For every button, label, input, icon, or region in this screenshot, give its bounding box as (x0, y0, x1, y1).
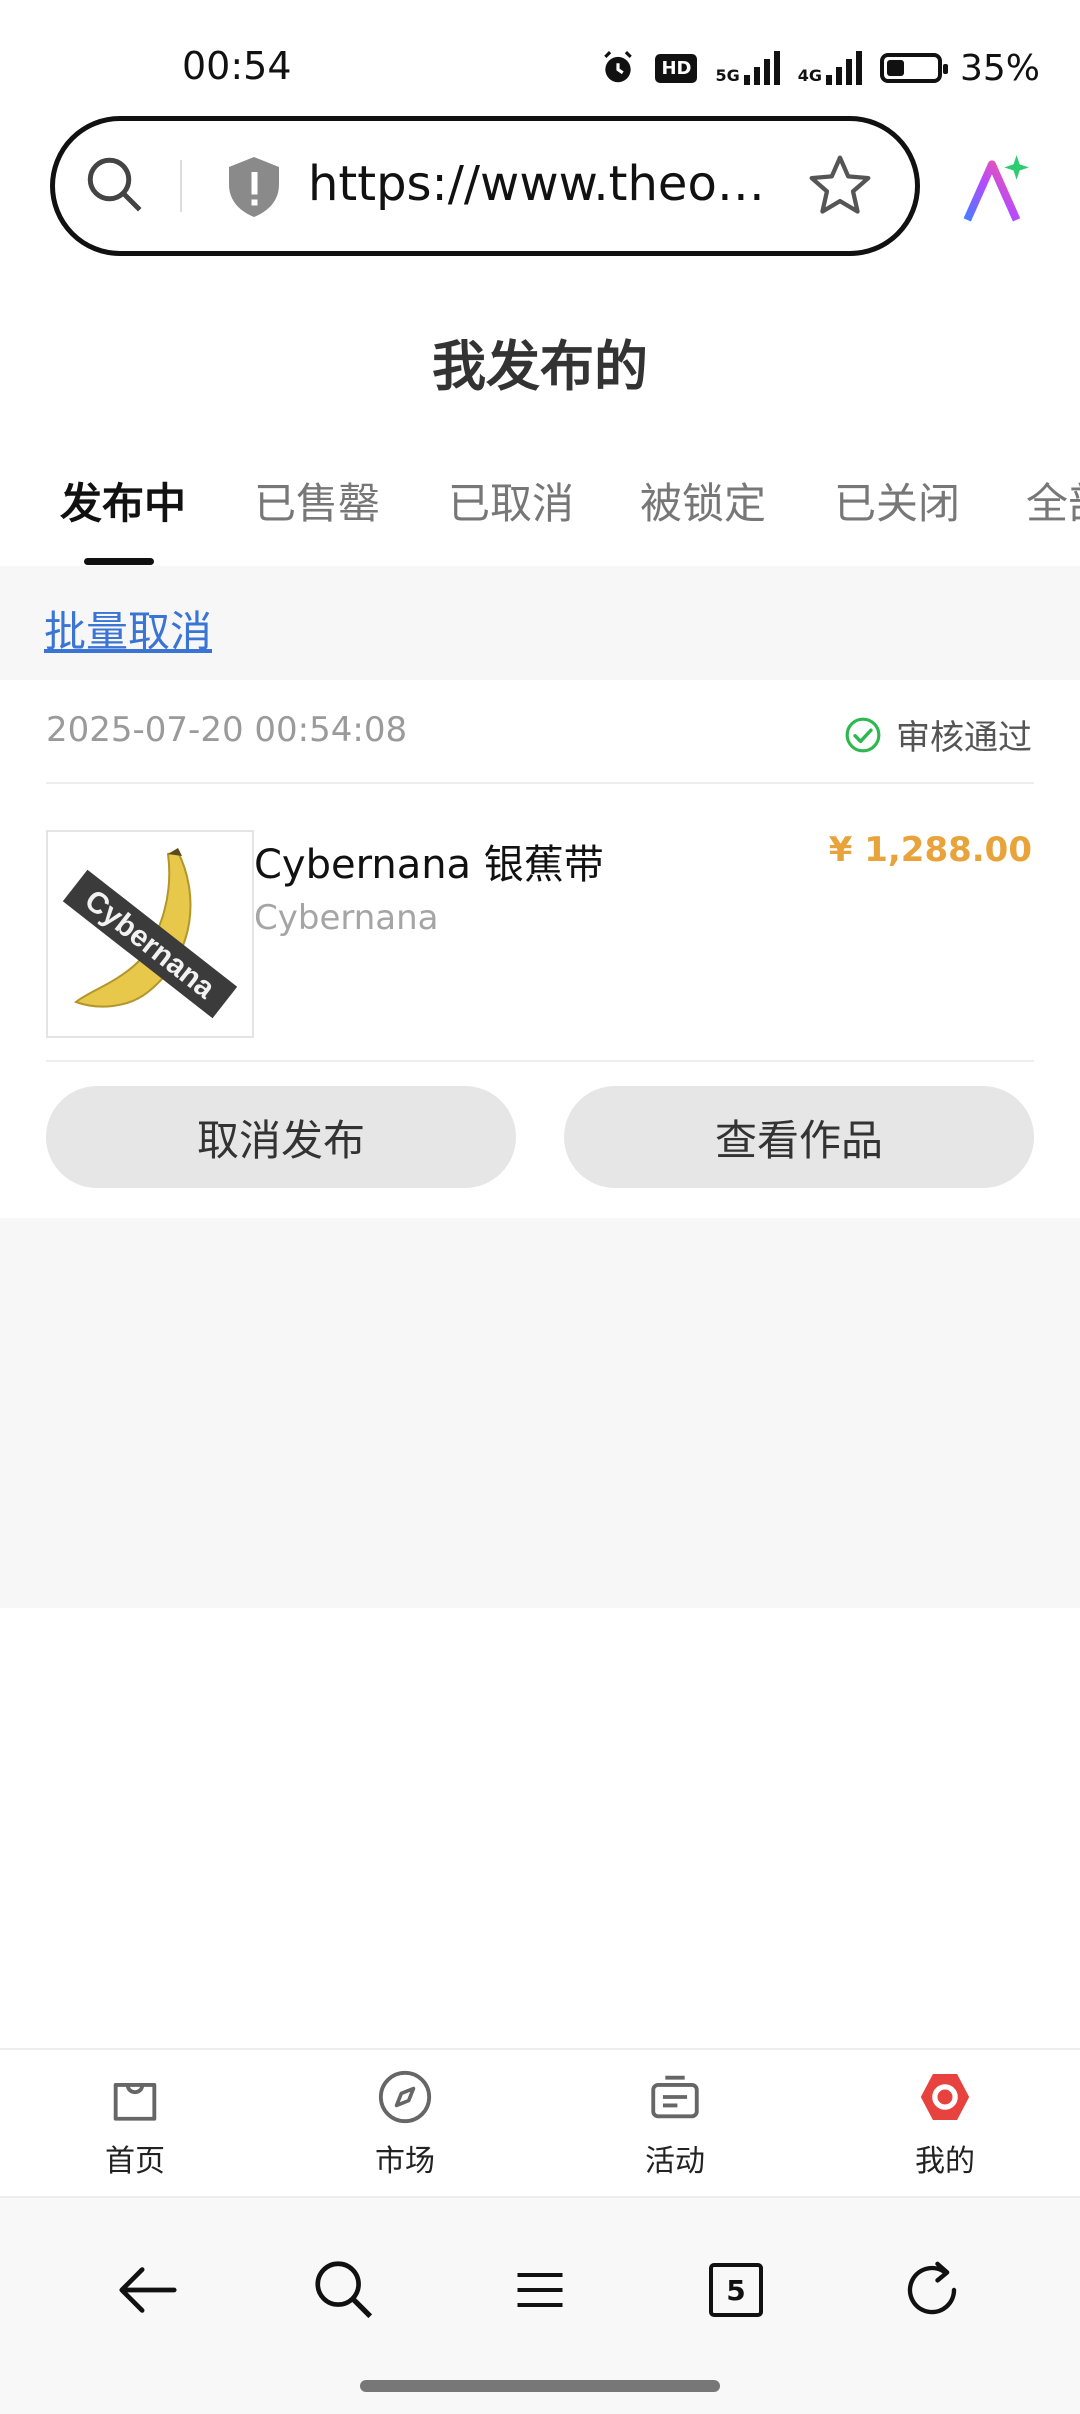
listing-date: 2025-07-20 00:54:08 (46, 710, 408, 750)
back-arrow-icon (119, 2267, 177, 2313)
refresh-button[interactable] (892, 2250, 972, 2330)
battery-percent: 35% (959, 47, 1040, 89)
page-title: 我发布的 (432, 335, 648, 398)
active-tab-indicator (84, 558, 154, 565)
status-tabs: 发布中 已售罄 已取消 被锁定 已关闭 全部 (0, 470, 1080, 566)
home-indicator[interactable] (360, 2380, 720, 2392)
nav-market-label: 市场 (375, 2144, 435, 2179)
empty-area (0, 1218, 1080, 1608)
tabs-button[interactable]: 5 (696, 2250, 776, 2330)
address-divider (180, 160, 182, 212)
nav-home-label: 首页 (105, 2144, 165, 2179)
refresh-icon (907, 2261, 957, 2315)
ai-assistant-icon[interactable] (958, 152, 1032, 226)
banana-artwork-image: Cybernana (62, 848, 238, 1019)
status-icons: HD 5G 4G 35% (599, 44, 1040, 92)
nav-market[interactable]: 市场 (335, 2068, 475, 2180)
product-thumbnail[interactable]: Cybernana (46, 830, 254, 1038)
product-name[interactable]: Cybernana 银蕉带 (254, 832, 604, 890)
compass-icon (378, 2070, 432, 2124)
nav-events-label: 活动 (645, 2144, 705, 2179)
back-button[interactable] (108, 2250, 188, 2330)
search-icon[interactable] (82, 152, 148, 218)
cancel-listing-button[interactable]: 取消发布 (46, 1086, 516, 1188)
signal-4g-icon: 4G (798, 51, 862, 85)
url-text[interactable]: https://www.theone... (308, 156, 768, 212)
menu-button[interactable] (500, 2250, 580, 2330)
battery-icon (879, 53, 948, 83)
nav-home[interactable]: 首页 (65, 2068, 205, 2180)
shield-icon[interactable] (224, 154, 284, 220)
bag-icon (113, 2082, 157, 2121)
status-time: 00:54 (182, 44, 292, 88)
card-divider-top (46, 782, 1034, 784)
signal-5g-icon: 5G (715, 51, 780, 85)
tab-sold-out[interactable]: 已售罄 (254, 470, 380, 531)
browser-search-button[interactable] (304, 2250, 384, 2330)
tab-count: 5 (709, 2263, 763, 2317)
card-divider-bottom (46, 1060, 1034, 1062)
alarm-icon (604, 51, 633, 83)
tab-locked[interactable]: 被锁定 (640, 470, 766, 531)
menu-icon (517, 2273, 563, 2307)
check-circle-icon (845, 717, 881, 752)
profile-hexagon-icon (920, 2074, 970, 2120)
tab-cancelled[interactable]: 已取消 (448, 470, 574, 531)
hd-badge: HD (655, 53, 698, 83)
tab-all[interactable]: 全部 (1026, 470, 1080, 531)
view-artwork-button[interactable]: 查看作品 (564, 1086, 1034, 1188)
nav-events[interactable]: 活动 (605, 2068, 745, 2180)
product-price: ¥ 1,288.00 (828, 830, 1032, 870)
bookmark-star-icon[interactable] (806, 152, 874, 220)
review-status-label: 审核通过 (896, 718, 1032, 758)
review-status: 审核通过 (844, 710, 1032, 759)
ticket-icon (651, 2075, 699, 2119)
batch-cancel-link[interactable]: 批量取消 (44, 598, 212, 659)
search-icon (315, 2261, 373, 2319)
nav-mine-label: 我的 (915, 2144, 975, 2179)
product-creator: Cybernana (254, 898, 439, 938)
tab-publishing[interactable]: 发布中 (60, 470, 186, 531)
tab-closed[interactable]: 已关闭 (834, 470, 960, 531)
nav-mine[interactable]: 我的 (875, 2068, 1015, 2180)
